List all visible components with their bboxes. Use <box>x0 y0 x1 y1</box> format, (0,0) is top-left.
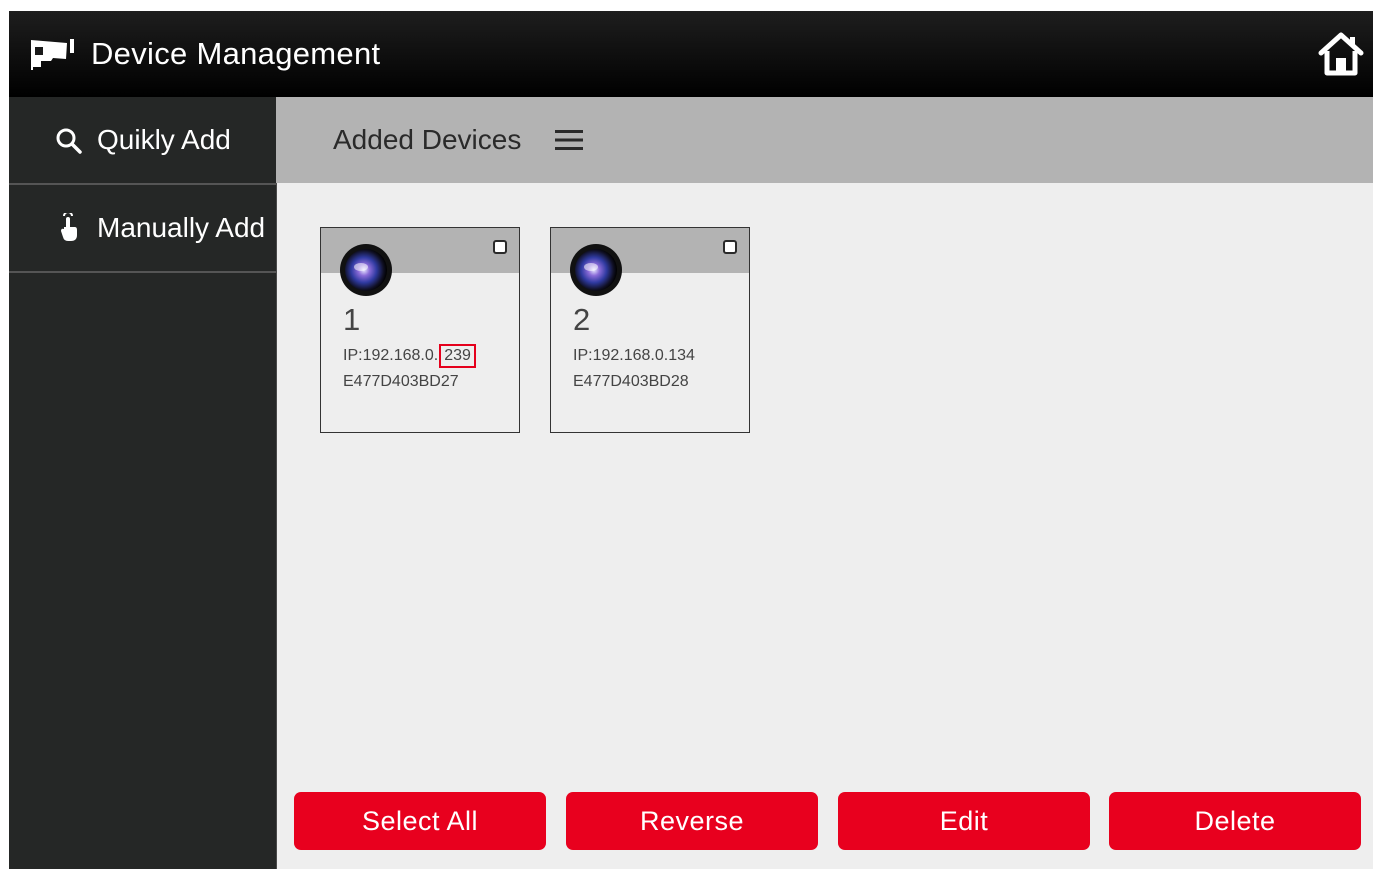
device-checkbox[interactable] <box>493 240 507 254</box>
device-mac: E477D403BD28 <box>573 373 689 390</box>
camera-lens-icon <box>570 244 622 296</box>
sidebar-item-quickly-add[interactable]: Quikly Add <box>9 97 276 185</box>
device-ip: IP:192.168.0.134 <box>573 347 695 364</box>
camera-icon <box>31 39 74 70</box>
section-title: Added Devices <box>333 124 522 155</box>
device-number: 1 <box>343 302 361 337</box>
page-title: Device Management <box>91 36 381 71</box>
content-header: Added Devices <box>276 97 1373 183</box>
device-mac: E477D403BD27 <box>343 373 459 390</box>
select-all-button[interactable]: Select All <box>294 792 546 850</box>
search-icon <box>56 128 82 154</box>
device-ip-prefix: IP:192.168.0. <box>343 347 439 364</box>
camera-lens-icon <box>340 244 392 296</box>
device-ip: IP:192.168.0. 239 <box>343 344 476 368</box>
device-management-app: Device Management Quikly Add Manually Ad… <box>9 11 1373 869</box>
home-icon[interactable] <box>1317 31 1365 77</box>
device-number: 2 <box>573 302 591 337</box>
hand-pointer-icon <box>61 213 77 241</box>
sidebar-item-label: Manually Add <box>97 212 266 243</box>
edit-button[interactable]: Edit <box>838 792 1090 850</box>
app-header: Device Management <box>9 11 1373 97</box>
device-card[interactable]: 2 IP:192.168.0.134 E477D403BD28 <box>550 227 750 433</box>
hamburger-menu-icon[interactable] <box>555 129 583 151</box>
sidebar: Quikly Add Manually Add <box>9 97 277 869</box>
sidebar-item-label: Quikly Add <box>97 124 231 155</box>
ip-highlight: 239 <box>439 344 476 368</box>
delete-button[interactable]: Delete <box>1109 792 1361 850</box>
device-checkbox[interactable] <box>723 240 737 254</box>
device-card[interactable]: 1 IP:192.168.0. 239 E477D403BD27 <box>320 227 520 433</box>
reverse-button[interactable]: Reverse <box>566 792 818 850</box>
sidebar-item-manually-add[interactable]: Manually Add <box>9 185 276 273</box>
